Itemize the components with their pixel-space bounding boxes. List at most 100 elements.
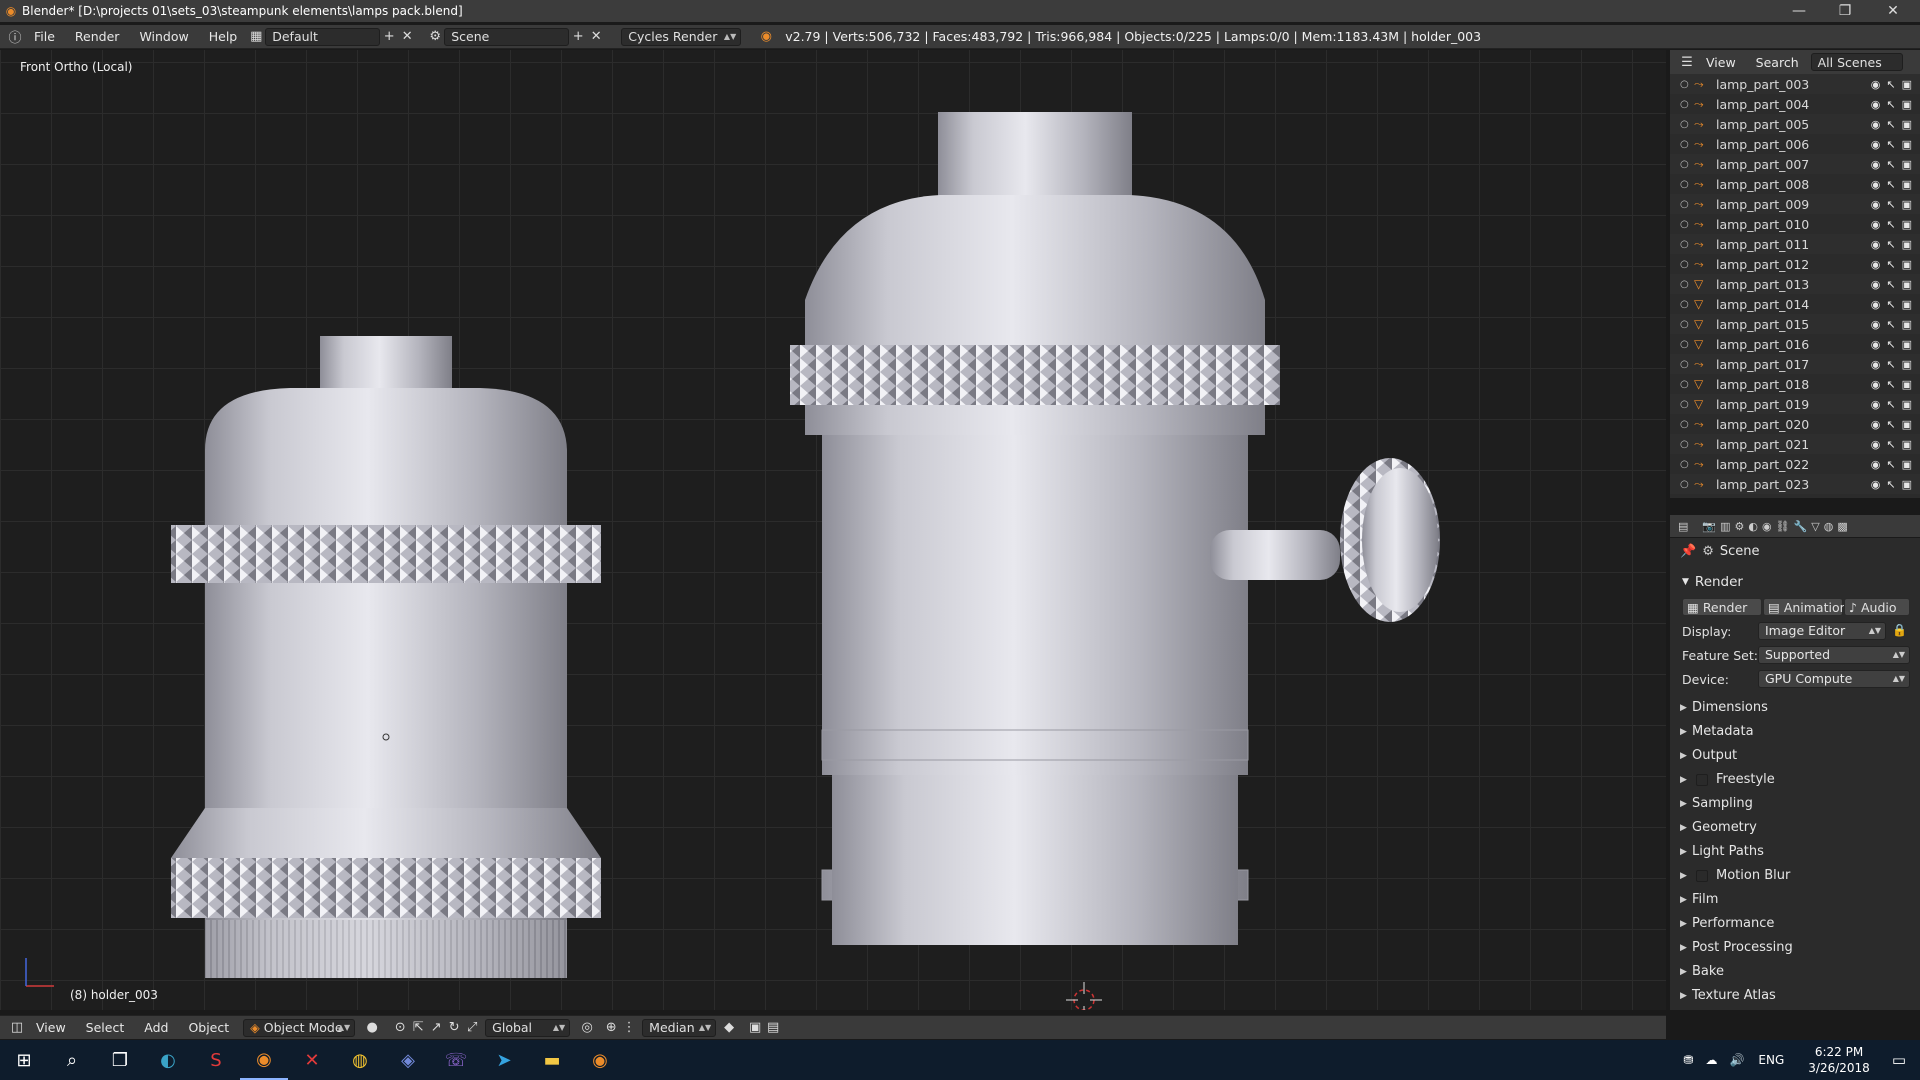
menu-help[interactable]: Help bbox=[199, 29, 248, 44]
render-tab-icon[interactable]: 📷 bbox=[1702, 520, 1716, 533]
close-button[interactable]: ✕ bbox=[1870, 0, 1916, 22]
input-language[interactable]: ENG bbox=[1758, 1053, 1784, 1067]
screen-layout-icon[interactable]: ▦ bbox=[247, 28, 265, 46]
expand-toggle-icon[interactable]: ○ bbox=[1680, 439, 1694, 450]
render-engine-dropdown[interactable]: Cycles Render ▲▼ bbox=[621, 27, 742, 46]
outliner-item[interactable]: ○ ▽ lamp_part_015 ◉ ↖ ▣ bbox=[1670, 314, 1920, 334]
feature-set-dropdown[interactable]: Supported ▲▼ bbox=[1758, 646, 1910, 664]
tray-apps-icon[interactable]: ⛃ bbox=[1683, 1053, 1693, 1067]
expand-toggle-icon[interactable]: ○ bbox=[1680, 479, 1694, 490]
outliner-item[interactable]: ○ ⤳ lamp_part_011 ◉ ↖ ▣ bbox=[1670, 234, 1920, 254]
add-layout-icon[interactable]: + bbox=[380, 28, 398, 46]
selectable-cursor-icon[interactable]: ↖ bbox=[1886, 298, 1895, 311]
editor-type-outliner-icon[interactable]: ☰ bbox=[1678, 53, 1696, 71]
panel-film[interactable]: ▶ Film bbox=[1680, 892, 1718, 907]
start-windows-icon[interactable]: ⊞ bbox=[0, 1040, 48, 1080]
selectable-cursor-icon[interactable]: ↖ bbox=[1886, 198, 1895, 211]
outliner-item[interactable]: ○ ⤳ lamp_part_007 ◉ ↖ ▣ bbox=[1670, 154, 1920, 174]
layout-dropdown[interactable]: Default bbox=[265, 27, 381, 46]
outliner-item[interactable]: ○ ⤳ lamp_part_003 ◉ ↖ ▣ bbox=[1670, 74, 1920, 94]
renderable-camera-icon[interactable]: ▣ bbox=[1902, 118, 1912, 131]
selectable-cursor-icon[interactable]: ↖ bbox=[1886, 138, 1895, 151]
renderable-camera-icon[interactable]: ▣ bbox=[1902, 238, 1912, 251]
outliner-item[interactable]: ○ ⤳ lamp_part_006 ◉ ↖ ▣ bbox=[1670, 134, 1920, 154]
renderable-camera-icon[interactable]: ▣ bbox=[1902, 258, 1912, 271]
menu-render[interactable]: Render bbox=[65, 29, 130, 44]
visibility-eye-icon[interactable]: ◉ bbox=[1871, 438, 1881, 451]
panel-post-processing[interactable]: ▶ Post Processing bbox=[1680, 940, 1793, 955]
renderable-camera-icon[interactable]: ▣ bbox=[1902, 158, 1912, 171]
translate-manipulator-icon[interactable]: ↗ bbox=[427, 1019, 445, 1037]
selectable-cursor-icon[interactable]: ↖ bbox=[1886, 378, 1895, 391]
add-scene-icon[interactable]: + bbox=[569, 28, 587, 46]
menu-window[interactable]: Window bbox=[129, 29, 198, 44]
visibility-eye-icon[interactable]: ◉ bbox=[1871, 98, 1881, 111]
renderable-camera-icon[interactable]: ▣ bbox=[1902, 138, 1912, 151]
app-xnormal-icon[interactable]: ✕ bbox=[288, 1040, 336, 1080]
selectable-cursor-icon[interactable]: ↖ bbox=[1886, 218, 1895, 231]
visibility-eye-icon[interactable]: ◉ bbox=[1871, 258, 1881, 271]
menu-object[interactable]: Object bbox=[178, 1020, 239, 1035]
panel-enable-checkbox[interactable] bbox=[1696, 869, 1708, 882]
menu-view[interactable]: View bbox=[26, 1020, 76, 1035]
visibility-eye-icon[interactable]: ◉ bbox=[1871, 78, 1881, 91]
editor-type-view3d-icon[interactable]: ◫ bbox=[8, 1019, 26, 1037]
panel-sampling[interactable]: ▶ Sampling bbox=[1680, 796, 1753, 811]
visibility-eye-icon[interactable]: ◉ bbox=[1871, 378, 1881, 391]
panel-output[interactable]: ▶ Output bbox=[1680, 748, 1737, 763]
world-tab-icon[interactable]: ◐ bbox=[1748, 520, 1758, 533]
visibility-eye-icon[interactable]: ◉ bbox=[1871, 298, 1881, 311]
mode-dropdown[interactable]: ◈ Object Mode ▲▼ bbox=[243, 1018, 356, 1037]
render-audio-button[interactable]: ♪ Audio bbox=[1844, 598, 1910, 616]
selectable-cursor-icon[interactable]: ↖ bbox=[1886, 238, 1895, 251]
outliner-item[interactable]: ○ ⤳ lamp_part_010 ◉ ↖ ▣ bbox=[1670, 214, 1920, 234]
visibility-eye-icon[interactable]: ◉ bbox=[1871, 318, 1881, 331]
selectable-cursor-icon[interactable]: ↖ bbox=[1886, 98, 1895, 111]
visibility-eye-icon[interactable]: ◉ bbox=[1871, 338, 1881, 351]
selectable-cursor-icon[interactable]: ↖ bbox=[1886, 158, 1895, 171]
expand-toggle-icon[interactable]: ○ bbox=[1680, 79, 1694, 90]
renderable-camera-icon[interactable]: ▣ bbox=[1902, 358, 1912, 371]
expand-toggle-icon[interactable]: ○ bbox=[1680, 279, 1694, 290]
menu-select[interactable]: Select bbox=[76, 1020, 135, 1035]
panel-bake[interactable]: ▶ Bake bbox=[1680, 964, 1724, 979]
visibility-eye-icon[interactable]: ◉ bbox=[1871, 418, 1881, 431]
scene-dropdown[interactable]: Scene bbox=[444, 27, 570, 46]
pin-icon[interactable]: 📌 bbox=[1680, 544, 1696, 559]
data-tab-icon[interactable]: ▽ bbox=[1811, 520, 1819, 533]
menu-file[interactable]: File bbox=[24, 29, 65, 44]
scale-manipulator-icon[interactable]: ⤢ bbox=[463, 1019, 481, 1037]
tray-network-icon[interactable]: ☁ bbox=[1705, 1053, 1717, 1067]
expand-toggle-icon[interactable]: ○ bbox=[1680, 179, 1694, 190]
clock[interactable]: 6:22 PM 3/26/2018 bbox=[1808, 1044, 1870, 1076]
pivot-point-icon[interactable]: ⊙ bbox=[391, 1019, 409, 1037]
visibility-eye-icon[interactable]: ◉ bbox=[1871, 278, 1881, 291]
expand-toggle-icon[interactable]: ○ bbox=[1680, 239, 1694, 250]
panel-dimensions[interactable]: ▶ Dimensions bbox=[1680, 700, 1768, 715]
selectable-cursor-icon[interactable]: ↖ bbox=[1886, 318, 1895, 331]
menu-add[interactable]: Add bbox=[134, 1020, 178, 1035]
outliner-item[interactable]: ○ ⤳ lamp_part_004 ◉ ↖ ▣ bbox=[1670, 94, 1920, 114]
manipulator-toggle-icon[interactable]: ⇱ bbox=[409, 1019, 427, 1037]
render-preview-icon[interactable]: ▣ bbox=[746, 1019, 764, 1037]
viewport-shading-icon[interactable]: ● bbox=[363, 1019, 381, 1037]
minimize-button[interactable]: — bbox=[1776, 0, 1822, 22]
app-telegram-icon[interactable]: ➤ bbox=[480, 1040, 528, 1080]
expand-toggle-icon[interactable]: ○ bbox=[1680, 199, 1694, 210]
panel-light-paths[interactable]: ▶ Light Paths bbox=[1680, 844, 1764, 859]
outliner-item[interactable]: ○ ▽ lamp_part_013 ◉ ↖ ▣ bbox=[1670, 274, 1920, 294]
renderable-camera-icon[interactable]: ▣ bbox=[1902, 398, 1912, 411]
scene-tab-icon[interactable]: ⚙ bbox=[1735, 520, 1745, 533]
notifications-icon[interactable]: ▭ bbox=[1892, 1051, 1906, 1069]
app-discord-icon[interactable]: ◈ bbox=[384, 1040, 432, 1080]
selectable-cursor-icon[interactable]: ↖ bbox=[1886, 358, 1895, 371]
lock-interface-icon[interactable]: 🔒 bbox=[1892, 623, 1907, 637]
opengl-render-icon[interactable]: ▤ bbox=[764, 1019, 782, 1037]
snap-target-dropdown[interactable]: Median ▲▼ bbox=[642, 1018, 717, 1037]
expand-toggle-icon[interactable]: ○ bbox=[1680, 139, 1694, 150]
rotate-manipulator-icon[interactable]: ↻ bbox=[445, 1019, 463, 1037]
3d-cursor-icon[interactable] bbox=[1066, 982, 1102, 1010]
renderable-camera-icon[interactable]: ▣ bbox=[1902, 198, 1912, 211]
tray-volume-icon[interactable]: 🔊 bbox=[1729, 1053, 1744, 1067]
outliner-item[interactable]: ○ ▽ lamp_part_018 ◉ ↖ ▣ bbox=[1670, 374, 1920, 394]
